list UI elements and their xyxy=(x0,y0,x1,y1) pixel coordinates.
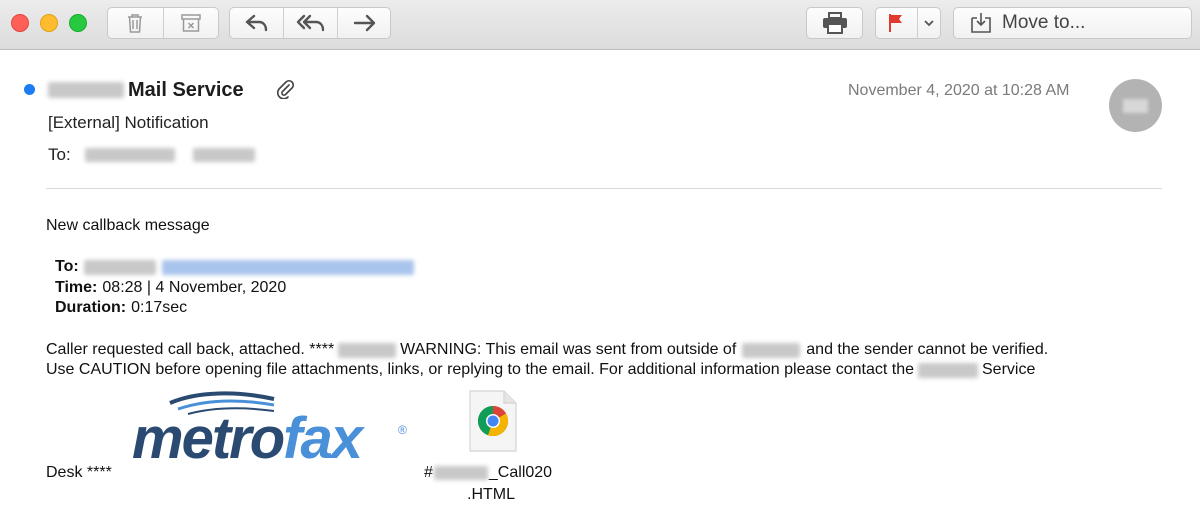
archive-button[interactable] xyxy=(162,8,218,38)
recipient-row: To: xyxy=(48,145,255,165)
warning-text-d: Use CAUTION before opening file attachme… xyxy=(46,361,914,378)
logo-registered-mark: ® xyxy=(398,423,407,437)
chrome-file-icon xyxy=(469,390,517,452)
reply-icon xyxy=(245,14,267,32)
unread-indicator xyxy=(24,84,35,95)
flag-icon xyxy=(889,14,903,32)
zoom-window-button[interactable] xyxy=(69,14,87,32)
attachment-extension: .HTML xyxy=(467,486,515,503)
field-time: Time: 08:28 | 4 November, 2020 xyxy=(55,279,286,297)
print-icon xyxy=(822,12,847,34)
sender-name: Mail Service xyxy=(128,78,244,101)
attachment-prefix: # xyxy=(424,464,433,481)
warning-line-2: Use CAUTION before opening file attachme… xyxy=(46,361,1035,379)
desk-line: Desk **** xyxy=(46,464,112,481)
reply-group xyxy=(229,7,391,39)
move-to-icon xyxy=(971,13,991,33)
redacted-org-2 xyxy=(742,342,801,358)
redacted-recipient xyxy=(84,148,175,162)
warning-line-1: Caller requested call back, attached. **… xyxy=(46,341,1048,359)
warning-text-a: Caller requested call back, attached. **… xyxy=(46,341,335,358)
to-label: To: xyxy=(48,145,71,164)
redacted-recipient-2 xyxy=(192,148,255,162)
sender-row[interactable]: Mail Service xyxy=(48,76,244,104)
email-date: November 4, 2020 at 10:28 AM xyxy=(848,82,1070,99)
email-subject: [External] Notification xyxy=(48,113,209,132)
reply-all-icon xyxy=(296,14,324,32)
paperclip-icon xyxy=(277,79,294,99)
warning-text-c: and the sender cannot be verified. xyxy=(806,341,1049,358)
redacted-sender-name xyxy=(48,82,124,98)
logo-text-metro: metro xyxy=(132,406,285,471)
field-time-value: 08:28 | 4 November, 2020 xyxy=(102,279,287,296)
flag-button[interactable] xyxy=(876,8,917,38)
reply-button[interactable] xyxy=(230,8,283,38)
intro-line: New callback message xyxy=(46,217,210,234)
field-duration-value: 0:17sec xyxy=(131,299,188,316)
field-duration-label: Duration: xyxy=(55,299,127,316)
logo-text-fax: fax xyxy=(283,406,363,471)
field-to-label: To: xyxy=(55,258,79,275)
field-time-label: Time: xyxy=(55,279,98,296)
redacted-org-1 xyxy=(338,342,397,358)
flag-dropdown-button[interactable] xyxy=(916,8,940,38)
forward-icon xyxy=(353,14,376,32)
move-to-button[interactable]: Move to... xyxy=(953,7,1192,39)
header-divider xyxy=(46,188,1162,189)
print-button[interactable] xyxy=(806,7,863,39)
close-window-button[interactable] xyxy=(11,14,29,32)
field-duration: Duration: 0:17sec xyxy=(55,299,187,317)
delete-archive-group xyxy=(107,7,219,39)
warning-text-e: Service xyxy=(982,361,1036,378)
html-attachment[interactable] xyxy=(466,389,520,453)
attachment-suffix: _Call020 xyxy=(488,464,553,481)
warning-text-b: WARNING: This email was sent from outsid… xyxy=(400,341,737,358)
redacted-to-1 xyxy=(83,259,156,275)
attachment-filename[interactable]: # _Call020 xyxy=(424,464,552,482)
flag-group xyxy=(875,7,941,39)
delete-button[interactable] xyxy=(108,8,163,38)
move-to-label: Move to... xyxy=(1002,12,1086,33)
metrofax-logo: metrofax ® xyxy=(132,389,412,474)
redacted-org-3 xyxy=(918,362,978,378)
avatar xyxy=(1109,79,1162,132)
trash-icon xyxy=(128,14,143,33)
field-to: To: xyxy=(55,258,414,276)
redacted-filename xyxy=(433,466,488,480)
redacted-to-email-link[interactable] xyxy=(161,259,414,275)
reply-all-button[interactable] xyxy=(283,8,336,38)
forward-button[interactable] xyxy=(336,8,390,38)
archive-icon xyxy=(181,14,201,32)
toolbar: Move to... xyxy=(0,0,1200,50)
minimize-window-button[interactable] xyxy=(40,14,58,32)
chevron-down-icon xyxy=(924,20,934,27)
